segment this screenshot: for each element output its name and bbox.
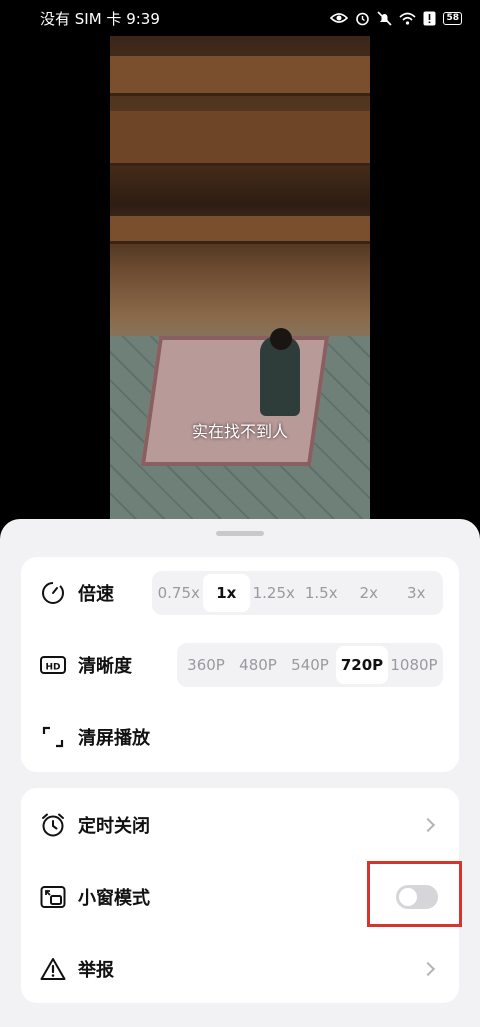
speed-label: 倍速 bbox=[78, 584, 114, 605]
speed-selector: 0.75x 1x 1.25x 1.5x 2x 3x bbox=[152, 571, 443, 615]
picture-in-picture-icon bbox=[40, 884, 66, 910]
toggle-highlight-box bbox=[367, 861, 462, 927]
hd-icon: HD bbox=[40, 652, 66, 678]
report-label: 举报 bbox=[78, 960, 114, 981]
chevron-right-icon bbox=[420, 817, 436, 833]
speed-row: 倍速 0.75x 1x 1.25x 1.5x 2x 3x bbox=[21, 563, 459, 623]
warning-triangle-icon bbox=[40, 956, 66, 982]
quality-selector: 360P 480P 540P 720P 1080P bbox=[177, 643, 443, 687]
carrier-time-text: 没有 SIM 卡 9:39 bbox=[40, 9, 160, 28]
wifi-icon bbox=[399, 12, 417, 25]
speed-option[interactable]: 0.75x bbox=[155, 574, 203, 612]
quality-option[interactable]: 1080P bbox=[388, 646, 440, 684]
speed-option[interactable]: 1.25x bbox=[250, 574, 298, 612]
speed-option-selected[interactable]: 1x bbox=[202, 574, 250, 612]
report-row[interactable]: 举报 bbox=[21, 939, 459, 999]
quality-label: 清晰度 bbox=[78, 656, 132, 677]
speed-gauge-icon bbox=[40, 580, 66, 606]
video-player[interactable]: 实在找不到人 bbox=[110, 36, 370, 520]
quality-option-selected[interactable]: 720P bbox=[336, 646, 388, 684]
eye-icon bbox=[330, 13, 349, 23]
clear-screen-label: 清屏播放 bbox=[78, 728, 150, 749]
video-scene-person-head bbox=[270, 328, 292, 350]
mini-window-label: 小窗模式 bbox=[78, 888, 150, 909]
chevron-right-icon bbox=[420, 961, 436, 977]
alarm-icon bbox=[356, 12, 370, 25]
signal-alert-icon bbox=[423, 11, 436, 25]
playback-settings-card: 倍速 0.75x 1x 1.25x 1.5x 2x 3x HD 清晰度 360P… bbox=[21, 557, 459, 772]
status-bar: 没有 SIM 卡 9:39 58 bbox=[0, 0, 480, 36]
timer-close-label: 定时关闭 bbox=[78, 816, 150, 837]
sheet-drag-handle[interactable] bbox=[216, 531, 264, 536]
mute-icon bbox=[377, 10, 393, 26]
video-scene-beam bbox=[110, 111, 370, 166]
quality-option[interactable]: 480P bbox=[232, 646, 284, 684]
video-scene-beam bbox=[110, 56, 370, 96]
speed-option[interactable]: 3x bbox=[393, 574, 441, 612]
timer-close-row[interactable]: 定时关闭 bbox=[21, 795, 459, 855]
quality-option[interactable]: 540P bbox=[284, 646, 336, 684]
svg-text:HD: HD bbox=[45, 663, 60, 673]
speed-option[interactable]: 2x bbox=[345, 574, 393, 612]
alarm-clock-icon bbox=[40, 812, 66, 838]
clear-screen-row[interactable]: 清屏播放 bbox=[21, 707, 459, 767]
speed-option[interactable]: 1.5x bbox=[298, 574, 346, 612]
video-scene-beam bbox=[110, 216, 370, 244]
fullscreen-corners-icon bbox=[40, 724, 66, 750]
battery-indicator: 58 bbox=[443, 11, 462, 25]
quality-row: HD 清晰度 360P 480P 540P 720P 1080P bbox=[21, 635, 459, 695]
quality-option[interactable]: 360P bbox=[180, 646, 232, 684]
status-icons: 58 bbox=[330, 10, 462, 26]
video-scene-rug bbox=[140, 336, 330, 466]
video-subtitle: 实在找不到人 bbox=[191, 422, 288, 441]
